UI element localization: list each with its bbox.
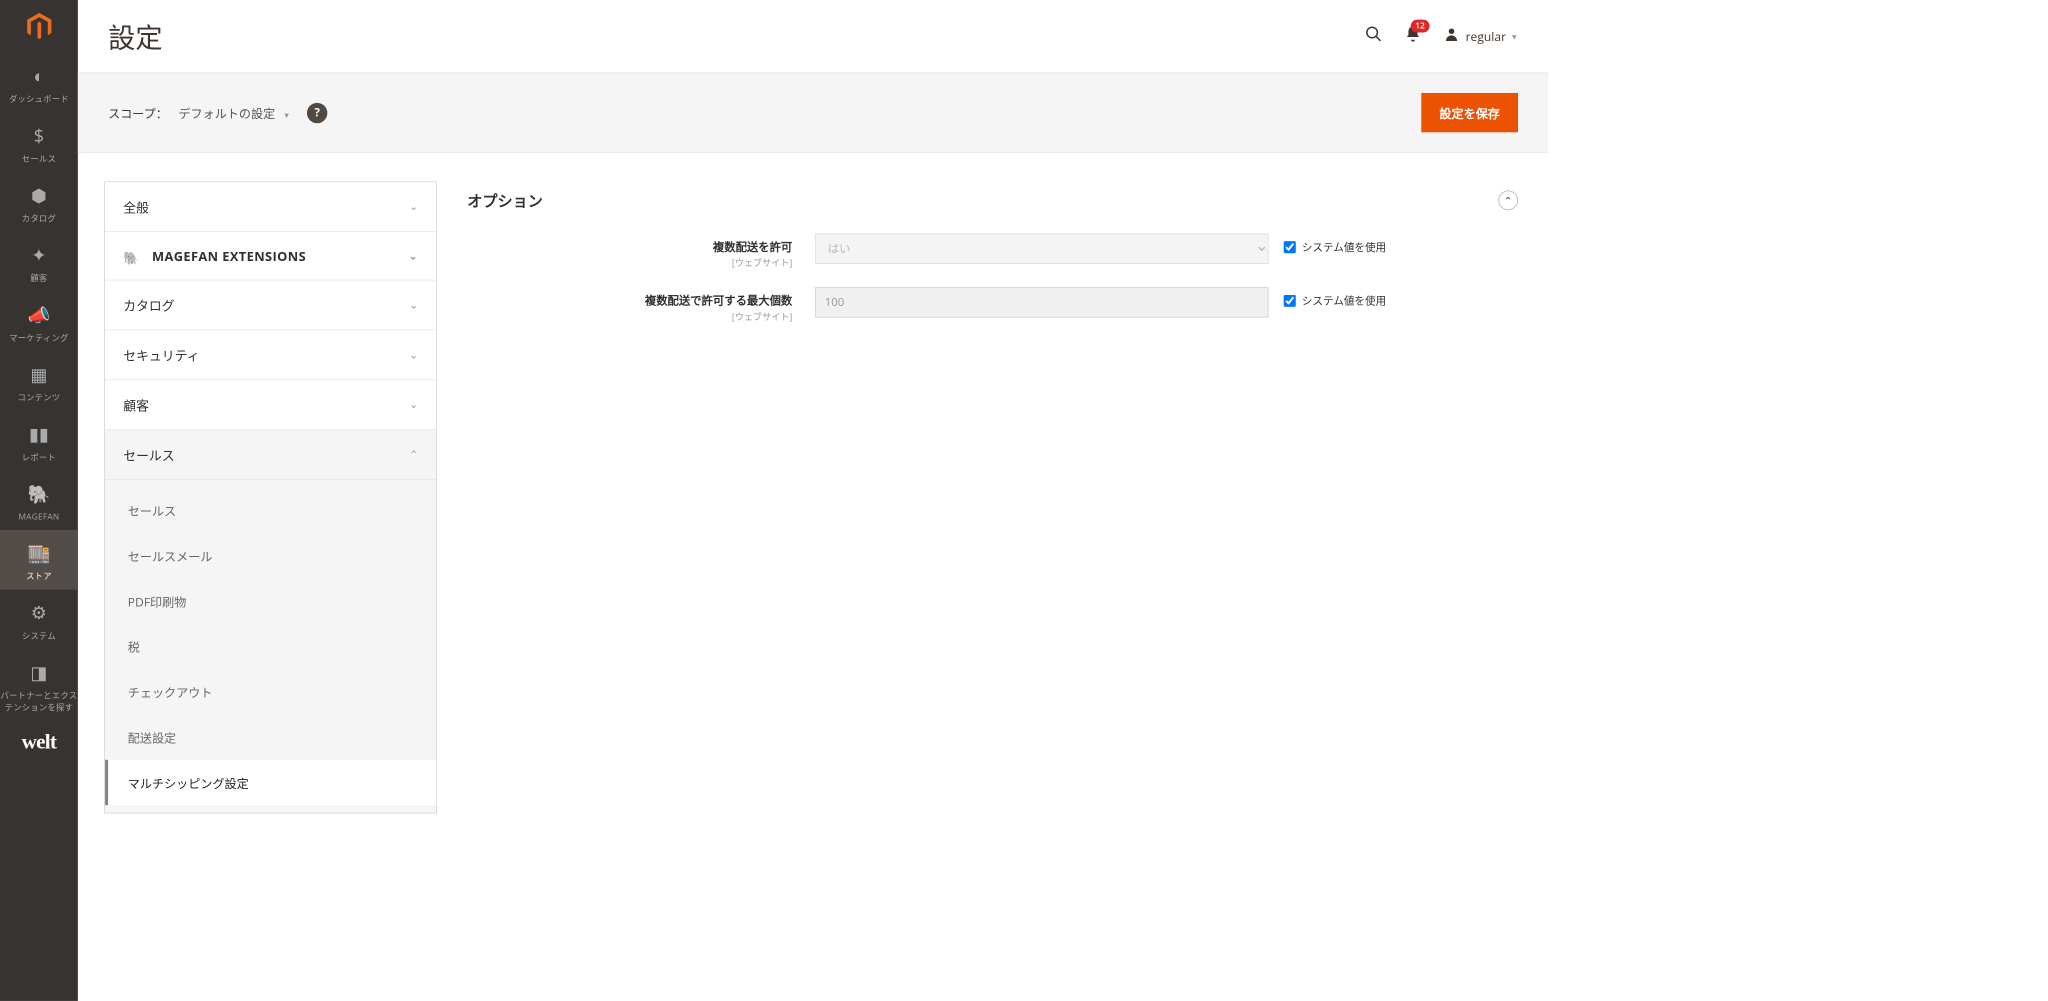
scope-label: スコープ： (108, 104, 168, 122)
gear-icon: ⚙ (0, 600, 78, 625)
dollar-icon: $ (0, 123, 78, 148)
use-system-checkbox[interactable] (1284, 241, 1296, 253)
field-scope: [ウェブサイト] (467, 256, 792, 269)
nav-dashboard[interactable]: ◐ダッシュボード (0, 53, 78, 113)
notifications-badge: 12 (1411, 19, 1430, 32)
field-allow-multishipping: 複数配送を許可 [ウェブサイト] はい システム値を使用 (467, 234, 1518, 270)
mammoth-icon: 🐘 (0, 482, 78, 507)
nav-partners[interactable]: ◨パートナーとエクステンションを探す (0, 649, 78, 721)
nav-marketing[interactable]: 📣マーケティング (0, 292, 78, 352)
sub-shipping-settings[interactable]: 配送設定 (105, 714, 436, 759)
section-options-header[interactable]: オプション ⌃ (467, 181, 1518, 233)
tab-catalog[interactable]: カタログ⌄ (105, 280, 436, 330)
tab-customers[interactable]: 顧客⌄ (105, 380, 436, 430)
admin-sidebar: ◐ダッシュボード $セールス ⬢カタログ ✦顧客 📣マーケティング ▦コンテンツ… (0, 0, 78, 1001)
max-qty-input[interactable] (815, 287, 1269, 317)
sub-sales-emails[interactable]: セールスメール (105, 533, 436, 578)
tab-general[interactable]: 全般⌄ (105, 182, 436, 232)
config-pane: オプション ⌃ 複数配送を許可 [ウェブサイト] はい (437, 181, 1518, 813)
nav-content[interactable]: ▦コンテンツ (0, 352, 78, 412)
magento-logo[interactable] (0, 0, 78, 53)
search-icon[interactable] (1364, 24, 1382, 49)
sub-pdf[interactable]: PDF印刷物 (105, 578, 436, 623)
page-header: 設定 12 regular ▼ (78, 0, 1548, 73)
tab-magefan[interactable]: 🐘MAGEFAN EXTENSIONS ⌄ (105, 232, 436, 280)
scope-toolbar: スコープ： デフォルトの設定 ▼ ? 設定を保存 (78, 73, 1548, 153)
tab-sales-subitems: セールス セールスメール PDF印刷物 税 チェックアウト 配送設定 マルチシッ… (105, 480, 436, 813)
tab-sales[interactable]: セールス⌃ (105, 430, 436, 480)
use-system-value-allow[interactable]: システム値を使用 (1284, 234, 1387, 255)
welt-logo[interactable]: welt (22, 730, 57, 754)
megaphone-icon: 📣 (0, 302, 78, 327)
nav-system[interactable]: ⚙システム (0, 590, 78, 650)
nav-magefan[interactable]: 🐘MAGEFAN (0, 471, 78, 530)
field-scope: [ウェブサイト] (467, 310, 792, 323)
sub-tax[interactable]: 税 (105, 624, 436, 669)
chart-icon: ▮▮ (0, 422, 78, 447)
field-label: 複数配送で許可する最大個数 (645, 293, 792, 308)
config-tabs: 全般⌄ 🐘MAGEFAN EXTENSIONS ⌄ カタログ⌄ セキュリティ⌄ … (104, 181, 437, 813)
scope-selector[interactable]: デフォルトの設定 ▼ (178, 104, 290, 122)
collapse-icon[interactable]: ⌃ (1498, 190, 1518, 210)
tab-security[interactable]: セキュリティ⌄ (105, 330, 436, 380)
allow-multishipping-select[interactable]: はい (815, 234, 1269, 264)
chevron-down-icon: ▼ (283, 110, 290, 121)
nav-reports[interactable]: ▮▮レポート (0, 411, 78, 471)
field-label: 複数配送を許可 (713, 240, 792, 255)
storefront-icon: 🏬 (0, 541, 78, 566)
partners-icon: ◨ (0, 660, 78, 685)
chevron-down-icon: ⌄ (409, 298, 418, 312)
chevron-down-icon: ▼ (1511, 31, 1518, 42)
nav-sales[interactable]: $セールス (0, 113, 78, 173)
use-system-value-max[interactable]: システム値を使用 (1284, 287, 1387, 308)
help-icon[interactable]: ? (307, 102, 327, 122)
chevron-down-icon: ⌄ (409, 200, 418, 214)
chevron-down-icon: ⌄ (409, 348, 418, 362)
person-icon: ✦ (0, 243, 78, 268)
page-title: 設定 (108, 17, 162, 56)
user-name: regular (1466, 28, 1506, 45)
layout-icon: ▦ (0, 362, 78, 387)
use-system-checkbox[interactable] (1284, 295, 1296, 307)
chevron-down-icon: ⌄ (409, 249, 418, 263)
save-config-button[interactable]: 設定を保存 (1421, 93, 1518, 132)
user-icon (1443, 25, 1460, 48)
mammoth-icon: 🐘 (123, 248, 144, 263)
nav-customers[interactable]: ✦顧客 (0, 232, 78, 292)
sub-sales[interactable]: セールス (105, 488, 436, 533)
user-menu[interactable]: regular ▼ (1443, 25, 1518, 48)
box-icon: ⬢ (0, 183, 78, 208)
nav-stores[interactable]: 🏬ストア (0, 530, 78, 590)
nav-catalog[interactable]: ⬢カタログ (0, 172, 78, 232)
chevron-down-icon: ⌄ (409, 398, 418, 412)
chevron-up-icon: ⌃ (409, 448, 418, 462)
gauge-icon: ◐ (0, 64, 78, 89)
field-max-qty: 複数配送で許可する最大個数 [ウェブサイト] システム値を使用 (467, 287, 1518, 323)
sub-multishipping[interactable]: マルチシッピング設定 (105, 760, 436, 805)
sub-checkout[interactable]: チェックアウト (105, 669, 436, 714)
notifications-icon[interactable]: 12 (1404, 24, 1422, 49)
